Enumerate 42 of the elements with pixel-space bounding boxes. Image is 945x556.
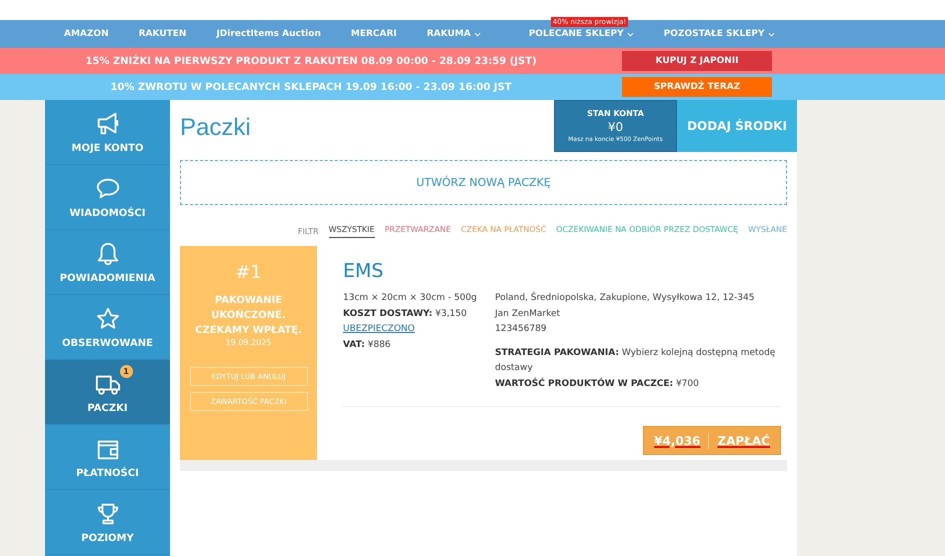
- sidebar-item[interactable]: 1 PACZKI: [45, 360, 170, 425]
- nav-link[interactable]: RAKUTEN: [138, 29, 186, 39]
- star-icon: [94, 306, 120, 332]
- balance-label: STAN KONTA: [587, 109, 644, 118]
- nav-link[interactable]: RAKUMA: [426, 29, 481, 39]
- count-badge: 1: [120, 364, 132, 378]
- address-line: Jan ZenMarket: [495, 308, 562, 320]
- page-title: Paczki: [180, 113, 252, 143]
- dimensions-text: 13cm × 20cm × 30cm - 500g: [343, 292, 478, 305]
- packing-strategy-text: STRATEGIA PAKOWANIA: Wybierz kolejną dostępną metodę dostawy: [495, 346, 776, 375]
- nav-link[interactable]: AMAZON: [64, 29, 109, 39]
- products-value-text: WARTOŚĆ PRODUKTÓW W PACZCE: ¥700: [495, 376, 700, 390]
- address-line: Poland, Średniopolska, Zakupione, Wysyłkowa 12, 12-345: [495, 291, 756, 305]
- address-line: 123456789: [495, 323, 548, 336]
- balance-value: ¥0: [608, 120, 624, 134]
- filter-tab[interactable]: OCZEKIWANIE NA ODBIÓR PRZEZ DOSTAWCĘ: [556, 225, 738, 238]
- nav-link[interactable]: POLECANE SKLEPY: [528, 29, 634, 39]
- status-date: 19.09.2025: [226, 338, 272, 347]
- promo-button[interactable]: KUPUJ Z JAPONII: [622, 51, 772, 71]
- promo-text: 10% ZWROTU W POLECANYCH SKLEPACH 19.09 16:00 - 23.09 16:00 JST: [109, 82, 513, 92]
- carrier-name: EMS: [343, 260, 384, 282]
- insured-link[interactable]: UBEZPIECZONO: [343, 322, 485, 338]
- shipping-cost-text: KOSZT DOSTAWY: ¥3,150: [343, 308, 468, 320]
- package-number: #1: [235, 262, 262, 283]
- caret-icon: [768, 32, 774, 36]
- create-package-button[interactable]: UTWÓRZ NOWĄ PACZKĘ: [180, 160, 787, 205]
- caret-icon: [474, 32, 481, 36]
- promo-text: 15% ZNIŻKI NA PIERWSZY PRODUKT Z RAKUTEN 08.09 00:00 - 28.09 23:59 (JST): [84, 56, 538, 66]
- filter-tab[interactable]: PRZETWARZANE: [384, 225, 451, 238]
- filter-tab[interactable]: WSZYSTKIE: [328, 225, 375, 238]
- caret-icon: [626, 32, 634, 36]
- filter-tab[interactable]: WYSŁANE: [748, 225, 787, 238]
- vat-text: VAT: ¥886: [343, 338, 392, 352]
- add-funds-button[interactable]: DODAJ ŚRODKI: [677, 100, 797, 152]
- status-text: PAKOWANIE UKOŃCZONE. CZEKAMY WPŁATĘ.: [194, 294, 303, 338]
- filter-label: FILTR: [298, 227, 319, 236]
- promo-button[interactable]: SPRAWDŹ TERAZ: [622, 77, 772, 97]
- nav-link[interactable]: JDirectItems Auction: [216, 29, 321, 39]
- nav-link[interactable]: MERCARI: [350, 29, 397, 39]
- filter-tab[interactable]: CZEKA NA PŁATNOŚĆ: [460, 225, 546, 238]
- nav-link[interactable]: POZOSTAŁE SKLEPY: [664, 29, 774, 39]
- pay-button[interactable]: ¥4,036 ZAPŁAĆ: [643, 426, 781, 455]
